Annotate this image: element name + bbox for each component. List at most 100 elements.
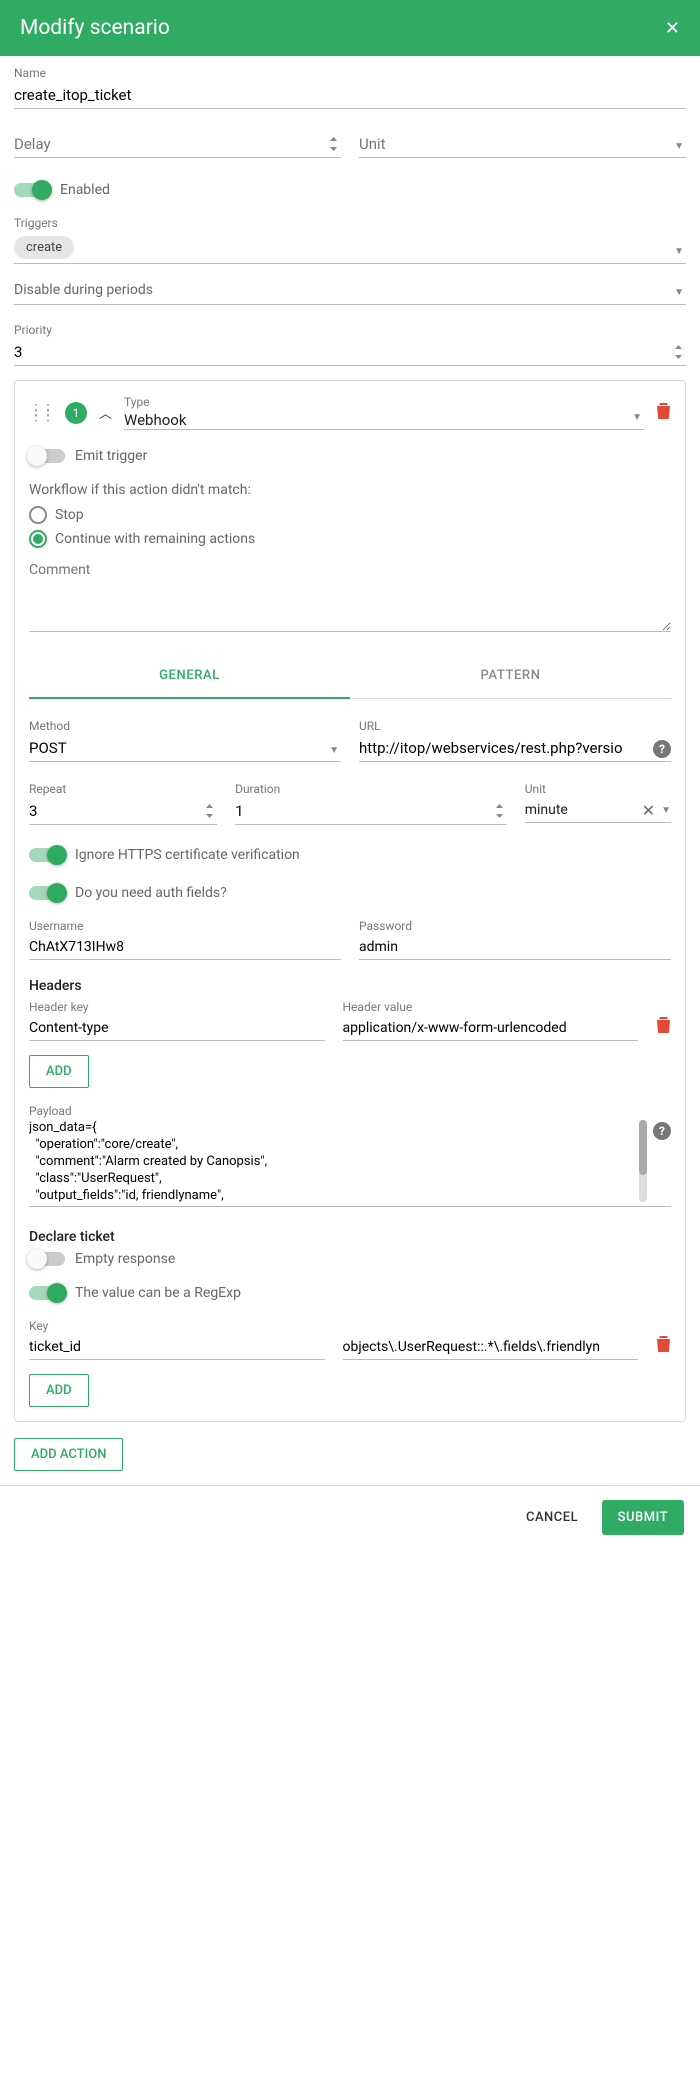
collapse-icon[interactable]: ︿	[99, 403, 112, 422]
username-label: Username	[29, 919, 341, 933]
dialog-body: Name ▼ Enabled Triggers create ▼ Disable…	[0, 56, 700, 1485]
help-icon[interactable]: ?	[653, 1122, 671, 1140]
close-icon[interactable]: ✕	[665, 18, 680, 39]
repeat-field: Repeat	[29, 782, 217, 825]
tabs: GENERAL PATTERN	[29, 654, 671, 699]
workflow-heading: Workflow if this action didn't match:	[29, 482, 671, 498]
ticket-key-label: Key	[29, 1319, 325, 1333]
chevron-down-icon[interactable]: ▼	[661, 805, 671, 816]
tab-general[interactable]: GENERAL	[29, 654, 350, 699]
username-input[interactable]	[29, 935, 341, 960]
delay-input[interactable]	[14, 131, 341, 158]
add-ticket-key-button[interactable]: ADD	[29, 1374, 89, 1407]
name-field: Name	[14, 66, 686, 109]
duration-field: Duration	[235, 782, 507, 825]
type-select[interactable]: Webhook	[124, 411, 644, 429]
disable-periods-field[interactable]: Disable during periods ▼	[14, 282, 686, 305]
radio-icon	[29, 530, 47, 548]
action-number-badge: 1	[65, 402, 87, 424]
priority-input[interactable]	[14, 339, 686, 366]
enabled-switch[interactable]	[14, 183, 50, 197]
chevron-down-icon: ▼	[674, 287, 684, 298]
delete-action-icon[interactable]	[656, 402, 671, 423]
header-value-label: Header value	[343, 1000, 639, 1014]
ticket-path-field	[343, 1335, 639, 1360]
cancel-button[interactable]: CANCEL	[514, 1502, 590, 1533]
headers-heading: Headers	[29, 978, 671, 994]
header-value-input[interactable]	[343, 1016, 639, 1041]
priority-label: Priority	[14, 323, 686, 337]
ticket-key-input[interactable]	[29, 1335, 325, 1360]
duration-input[interactable]	[235, 798, 507, 825]
comment-field	[29, 562, 671, 636]
comment-input[interactable]	[29, 562, 671, 632]
dialog-footer: CANCEL SUBMIT	[0, 1485, 700, 1549]
priority-field: Priority	[14, 323, 686, 366]
triggers-field: Triggers create ▼	[14, 216, 686, 264]
name-input[interactable]	[14, 82, 686, 109]
clear-icon[interactable]: ✕	[642, 801, 655, 820]
header-key-field: Header key	[29, 1000, 325, 1041]
help-icon[interactable]: ?	[653, 740, 671, 758]
add-action-button[interactable]: ADD ACTION	[14, 1438, 123, 1471]
payload-input[interactable]	[29, 1120, 647, 1202]
enabled-label: Enabled	[60, 182, 110, 198]
auth-fields-switch[interactable]	[29, 886, 65, 900]
header-key-input[interactable]	[29, 1016, 325, 1041]
tab-pattern[interactable]: PATTERN	[350, 654, 671, 698]
repeat-input[interactable]	[29, 798, 217, 825]
emit-trigger-label: Emit trigger	[75, 448, 147, 464]
name-label: Name	[14, 66, 686, 80]
radio-stop[interactable]: Stop	[29, 506, 671, 524]
chevron-down-icon[interactable]: ▼	[674, 246, 684, 257]
password-label: Password	[359, 919, 671, 933]
declare-ticket-heading: Declare ticket	[29, 1229, 671, 1245]
type-label: Type	[124, 395, 644, 409]
duration-unit-label: Unit	[525, 782, 671, 796]
auth-fields-label: Do you need auth fields?	[75, 885, 227, 901]
action-type-field: Type Webhook ▼	[124, 395, 644, 430]
header-value-field: Header value	[343, 1000, 639, 1041]
ticket-path-input[interactable]	[343, 1335, 639, 1360]
enabled-switch-row: Enabled	[14, 182, 686, 198]
payload-field: Payload ?	[29, 1104, 671, 1207]
password-input[interactable]	[359, 935, 671, 960]
radio-continue[interactable]: Continue with remaining actions	[29, 530, 671, 548]
trigger-chip[interactable]: create	[14, 236, 74, 259]
disable-periods-label: Disable during periods	[14, 282, 153, 298]
regexp-switch[interactable]	[29, 1286, 65, 1300]
radio-stop-label: Stop	[55, 507, 84, 523]
submit-button[interactable]: SUBMIT	[602, 1500, 684, 1535]
ignore-https-row: Ignore HTTPS certificate verification	[29, 847, 671, 863]
delete-header-icon[interactable]	[656, 1016, 671, 1037]
action-card: ⋮⋮⋮⋮ 1 ︿ Type Webhook ▼ Emit trigger Wor…	[14, 380, 686, 1422]
radio-icon	[29, 506, 47, 524]
empty-response-row: Empty response	[29, 1251, 671, 1267]
url-input[interactable]	[359, 735, 671, 762]
repeat-label: Repeat	[29, 782, 217, 796]
emit-trigger-row: Emit trigger	[29, 448, 671, 464]
ignore-https-switch[interactable]	[29, 848, 65, 862]
emit-trigger-switch[interactable]	[29, 449, 65, 463]
action-header: ⋮⋮⋮⋮ 1 ︿ Type Webhook ▼	[29, 395, 671, 430]
unit-select[interactable]	[359, 131, 686, 158]
scrollbar[interactable]	[639, 1120, 647, 1202]
triggers-label: Triggers	[14, 216, 686, 230]
duration-unit-value[interactable]: minute	[525, 798, 642, 822]
method-select[interactable]	[29, 735, 341, 762]
add-header-button[interactable]: ADD	[29, 1055, 89, 1088]
method-label: Method	[29, 719, 341, 733]
username-field: Username	[29, 919, 341, 960]
auth-fields-row: Do you need auth fields?	[29, 885, 671, 901]
tab-general-content: Method ▼ URL ? Repeat	[29, 699, 671, 1407]
password-field: Password	[359, 919, 671, 960]
delete-ticket-row-icon[interactable]	[656, 1335, 671, 1356]
payload-label: Payload	[29, 1104, 671, 1118]
url-field: URL ?	[359, 719, 671, 762]
unit-field: ▼	[359, 131, 686, 158]
empty-response-switch[interactable]	[29, 1252, 65, 1266]
drag-handle-icon[interactable]: ⋮⋮⋮⋮	[29, 407, 53, 419]
regexp-label: The value can be a RegExp	[75, 1285, 241, 1301]
method-field: Method ▼	[29, 719, 341, 762]
ticket-key-field: Key	[29, 1319, 325, 1360]
